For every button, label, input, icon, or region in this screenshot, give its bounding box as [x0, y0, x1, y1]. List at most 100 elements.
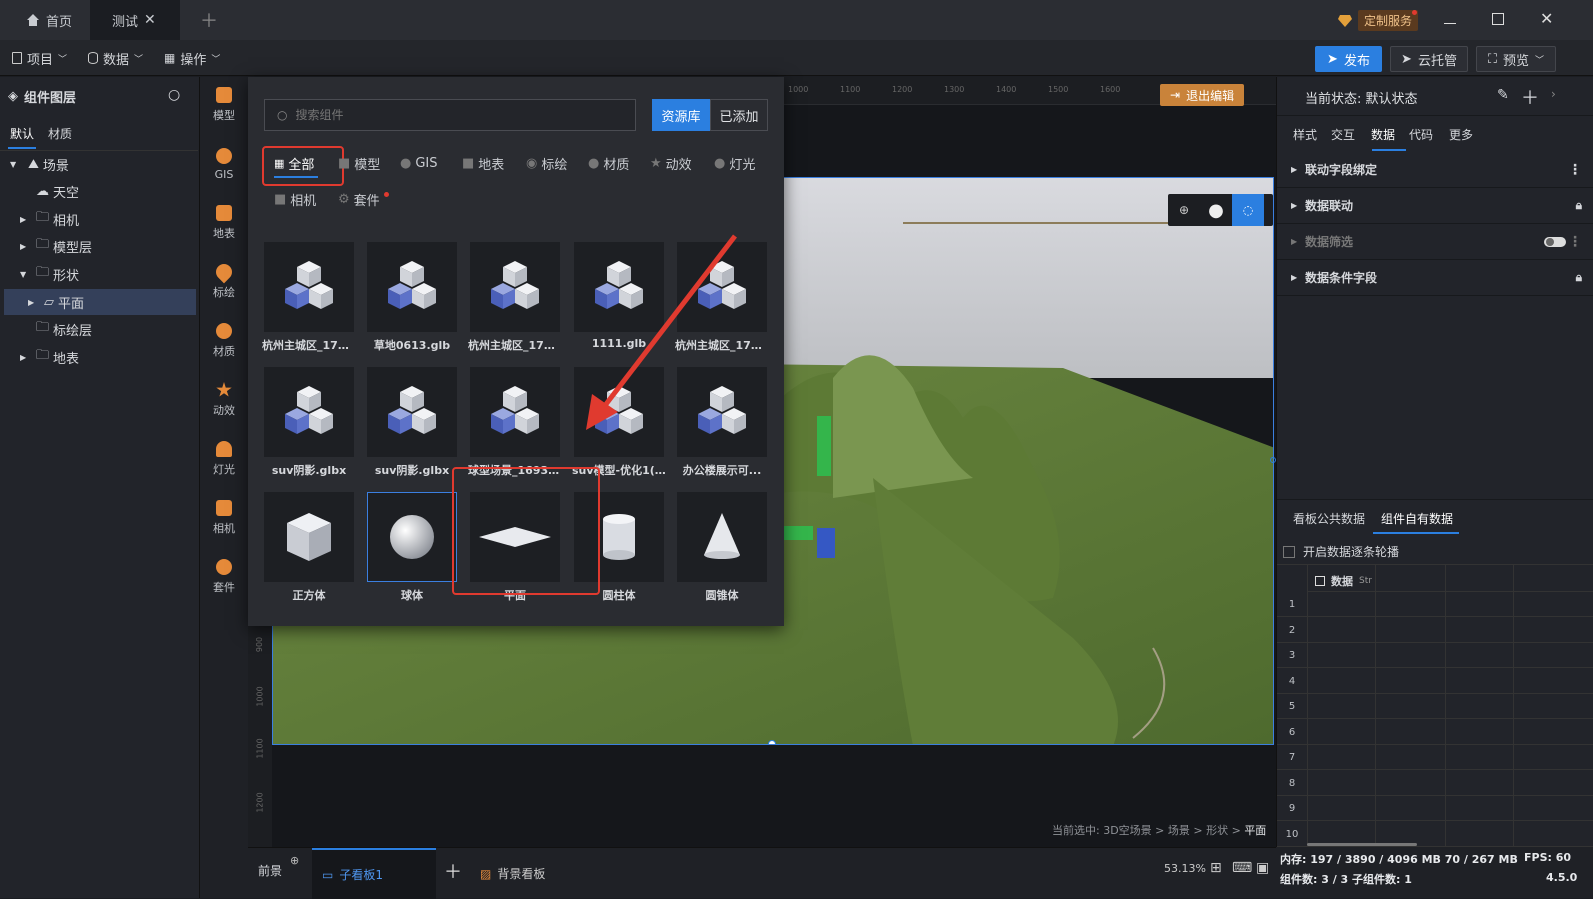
category-model[interactable]: ■ 模型 — [338, 152, 380, 174]
close-tab-icon[interactable]: ✕ — [144, 12, 156, 28]
tab-code[interactable]: 代码 — [1409, 126, 1449, 143]
added-button[interactable]: 已添加 — [710, 99, 768, 131]
category-material[interactable]: ● 材质 — [588, 152, 629, 174]
category-effect[interactable]: ★ 动效 — [650, 152, 692, 174]
tab-style[interactable]: 样式 — [1293, 126, 1331, 143]
column-checkbox[interactable] — [1315, 576, 1325, 586]
exit-edit-button[interactable]: ⇥ 退出编辑 — [1160, 84, 1245, 106]
cloud-host-button[interactable]: ➤ 云托管 — [1390, 46, 1468, 72]
rail-kit[interactable]: 套件 — [200, 549, 248, 605]
tab-board-public-data[interactable]: 看板公共数据 — [1293, 510, 1365, 527]
tab-more[interactable]: 更多 — [1449, 126, 1489, 143]
section-linked-field-binding[interactable]: ▶ 联动字段绑定 ⋮ — [1277, 152, 1593, 188]
rail-gis[interactable]: GIS — [200, 136, 248, 192]
category-kit[interactable]: ⚙ 套件 — [338, 188, 389, 210]
card-cube[interactable]: 正方体 — [264, 492, 354, 608]
menu-data[interactable]: 数据 ﹀ — [88, 40, 143, 76]
tab-test[interactable]: 测试 ✕ — [90, 0, 180, 40]
add-circle-icon[interactable]: ⊕ — [290, 854, 299, 867]
tree-item-sky[interactable]: ☁ 天空 — [0, 178, 198, 204]
tree-item-camera[interactable]: ▶ 🗀 相机 — [0, 206, 198, 232]
rail-light[interactable]: 灯光 — [200, 431, 248, 487]
background-board-tab[interactable]: ▨ 背景看板 — [480, 848, 545, 899]
search-icon[interactable]: ○ — [168, 87, 180, 103]
sphere-view-icon[interactable]: ● — [1200, 194, 1232, 226]
card-cone[interactable]: 圆锥体 — [677, 492, 767, 608]
tree-item-model-layer[interactable]: ▶ 🗀 模型层 — [0, 233, 198, 259]
tree-item-terrain[interactable]: ▶ 🗀 地表 — [0, 344, 198, 370]
menu-operate[interactable]: ▦ 操作 ﹀ — [164, 40, 220, 76]
card-model[interactable]: 球型场景_16937... — [468, 367, 562, 483]
filter-toggle[interactable] — [1544, 236, 1566, 247]
rail-annotation[interactable]: 标绘 — [200, 254, 248, 310]
category-light[interactable]: ● 灯光 — [714, 152, 755, 174]
data-grid[interactable]: 数据 Str 1 2 3 4 5 6 7 8 9 10 — [1277, 564, 1593, 847]
gizmo-z-axis[interactable] — [817, 528, 835, 558]
custom-service-label: 定制服务 — [1358, 10, 1419, 31]
maximize-icon[interactable] — [1492, 13, 1504, 25]
menu-project[interactable]: 项目 ﹀ — [12, 40, 67, 76]
add-state-icon[interactable]: ＋ — [1521, 84, 1539, 110]
tab-home[interactable]: 首页 — [12, 0, 86, 40]
close-window-icon[interactable]: ✕ — [1540, 9, 1553, 28]
tree-item-plane[interactable]: ▶ ▱ 平面 — [4, 289, 196, 315]
tab-data[interactable]: 数据 — [1371, 126, 1409, 143]
caret-right-icon: ▶ — [20, 241, 27, 251]
category-camera[interactable]: ■ 相机 — [274, 188, 316, 210]
section-data-filter[interactable]: ▶ 数据筛选 ⋮ — [1277, 224, 1593, 260]
carousel-option[interactable]: 开启数据逐条轮播 — [1283, 543, 1399, 560]
tree-item-scene[interactable]: ▼ ⛰ 场景 — [0, 151, 198, 177]
foreground-tab[interactable]: 前景 — [258, 862, 282, 879]
custom-service-button[interactable]: 定制服务 — [1338, 10, 1419, 31]
add-tab-button[interactable]: ＋ — [186, 0, 232, 40]
category-terrain[interactable]: ■ 地表 — [462, 152, 504, 174]
tab-material[interactable]: 材质 — [48, 125, 72, 142]
carousel-checkbox[interactable] — [1283, 545, 1295, 558]
category-gis[interactable]: ● GIS — [400, 152, 438, 174]
edit-icon[interactable]: ✎ — [1497, 87, 1509, 103]
tree-item-annotation-layer[interactable]: 🗀 标绘层 — [0, 316, 198, 342]
add-board-button[interactable]: ＋ — [444, 858, 462, 884]
preview-button[interactable]: ⛶ 预览 ﹀ — [1476, 46, 1556, 72]
search-field[interactable]: ○ — [264, 99, 636, 131]
horizontal-scrollbar[interactable] — [1307, 843, 1417, 846]
card-model[interactable]: suv阴影.glbx — [264, 367, 354, 483]
orbit-view-icon[interactable]: ◌ — [1232, 194, 1264, 226]
tab-interaction[interactable]: 交互 — [1331, 126, 1371, 143]
category-annotation[interactable]: ◉ 标绘 — [526, 152, 567, 174]
card-model[interactable]: 杭州主城区_174... — [262, 242, 356, 358]
rail-effect[interactable]: 动效 — [200, 372, 248, 428]
chevron-right-icon[interactable]: › — [1551, 87, 1556, 101]
tab-default[interactable]: 默认 — [10, 125, 34, 142]
caret-right-icon: ▶ — [1291, 237, 1298, 246]
rail-material[interactable]: 材质 — [200, 313, 248, 369]
card-model[interactable]: suv阴影.glbx — [367, 367, 457, 483]
tab-component-own-data[interactable]: 组件自有数据 — [1381, 510, 1453, 527]
rail-camera[interactable]: 相机 — [200, 490, 248, 546]
gizmo-y-axis[interactable] — [817, 416, 831, 476]
card-sphere[interactable]: 球体 — [367, 492, 457, 608]
terminal-icon[interactable]: ▣ — [1256, 860, 1269, 876]
publish-button[interactable]: ➤ 发布 — [1315, 46, 1382, 72]
column-header[interactable]: 数据 Str — [1315, 573, 1372, 589]
search-input[interactable] — [295, 108, 596, 122]
keyboard-icon[interactable]: ⌨ — [1232, 860, 1252, 876]
more-vertical-icon[interactable]: ⋮ — [1568, 234, 1582, 250]
more-vertical-icon[interactable]: ⋮ — [1568, 162, 1582, 178]
resize-handle[interactable] — [768, 740, 776, 744]
globe-view-icon[interactable]: ⊕ — [1168, 194, 1200, 226]
card-model[interactable]: 杭州主城区_174... — [468, 242, 562, 358]
tree-item-shape[interactable]: ▼ 🗀 形状 — [0, 261, 198, 287]
resource-library-button[interactable]: 资源库 — [652, 99, 710, 131]
fit-screen-icon[interactable]: ⊞ — [1210, 860, 1222, 876]
section-data-linkage[interactable]: ▶ 数据联动 🔒︎ — [1277, 188, 1593, 224]
minimize-icon[interactable] — [1444, 12, 1456, 24]
card-model[interactable]: 草地0613.glb — [367, 242, 457, 358]
gizmo-x-axis[interactable] — [783, 526, 813, 540]
child-board-tab[interactable]: ▭ 子看板1 — [312, 848, 436, 899]
section-data-condition-fields[interactable]: ▶ 数据条件字段 🔒︎ — [1277, 260, 1593, 296]
menu-operate-label: 操作 — [180, 52, 207, 68]
rail-terrain[interactable]: 地表 — [200, 195, 248, 251]
ruler-tick: 1400 — [996, 85, 1017, 94]
rail-model[interactable]: 模型 — [200, 77, 248, 133]
